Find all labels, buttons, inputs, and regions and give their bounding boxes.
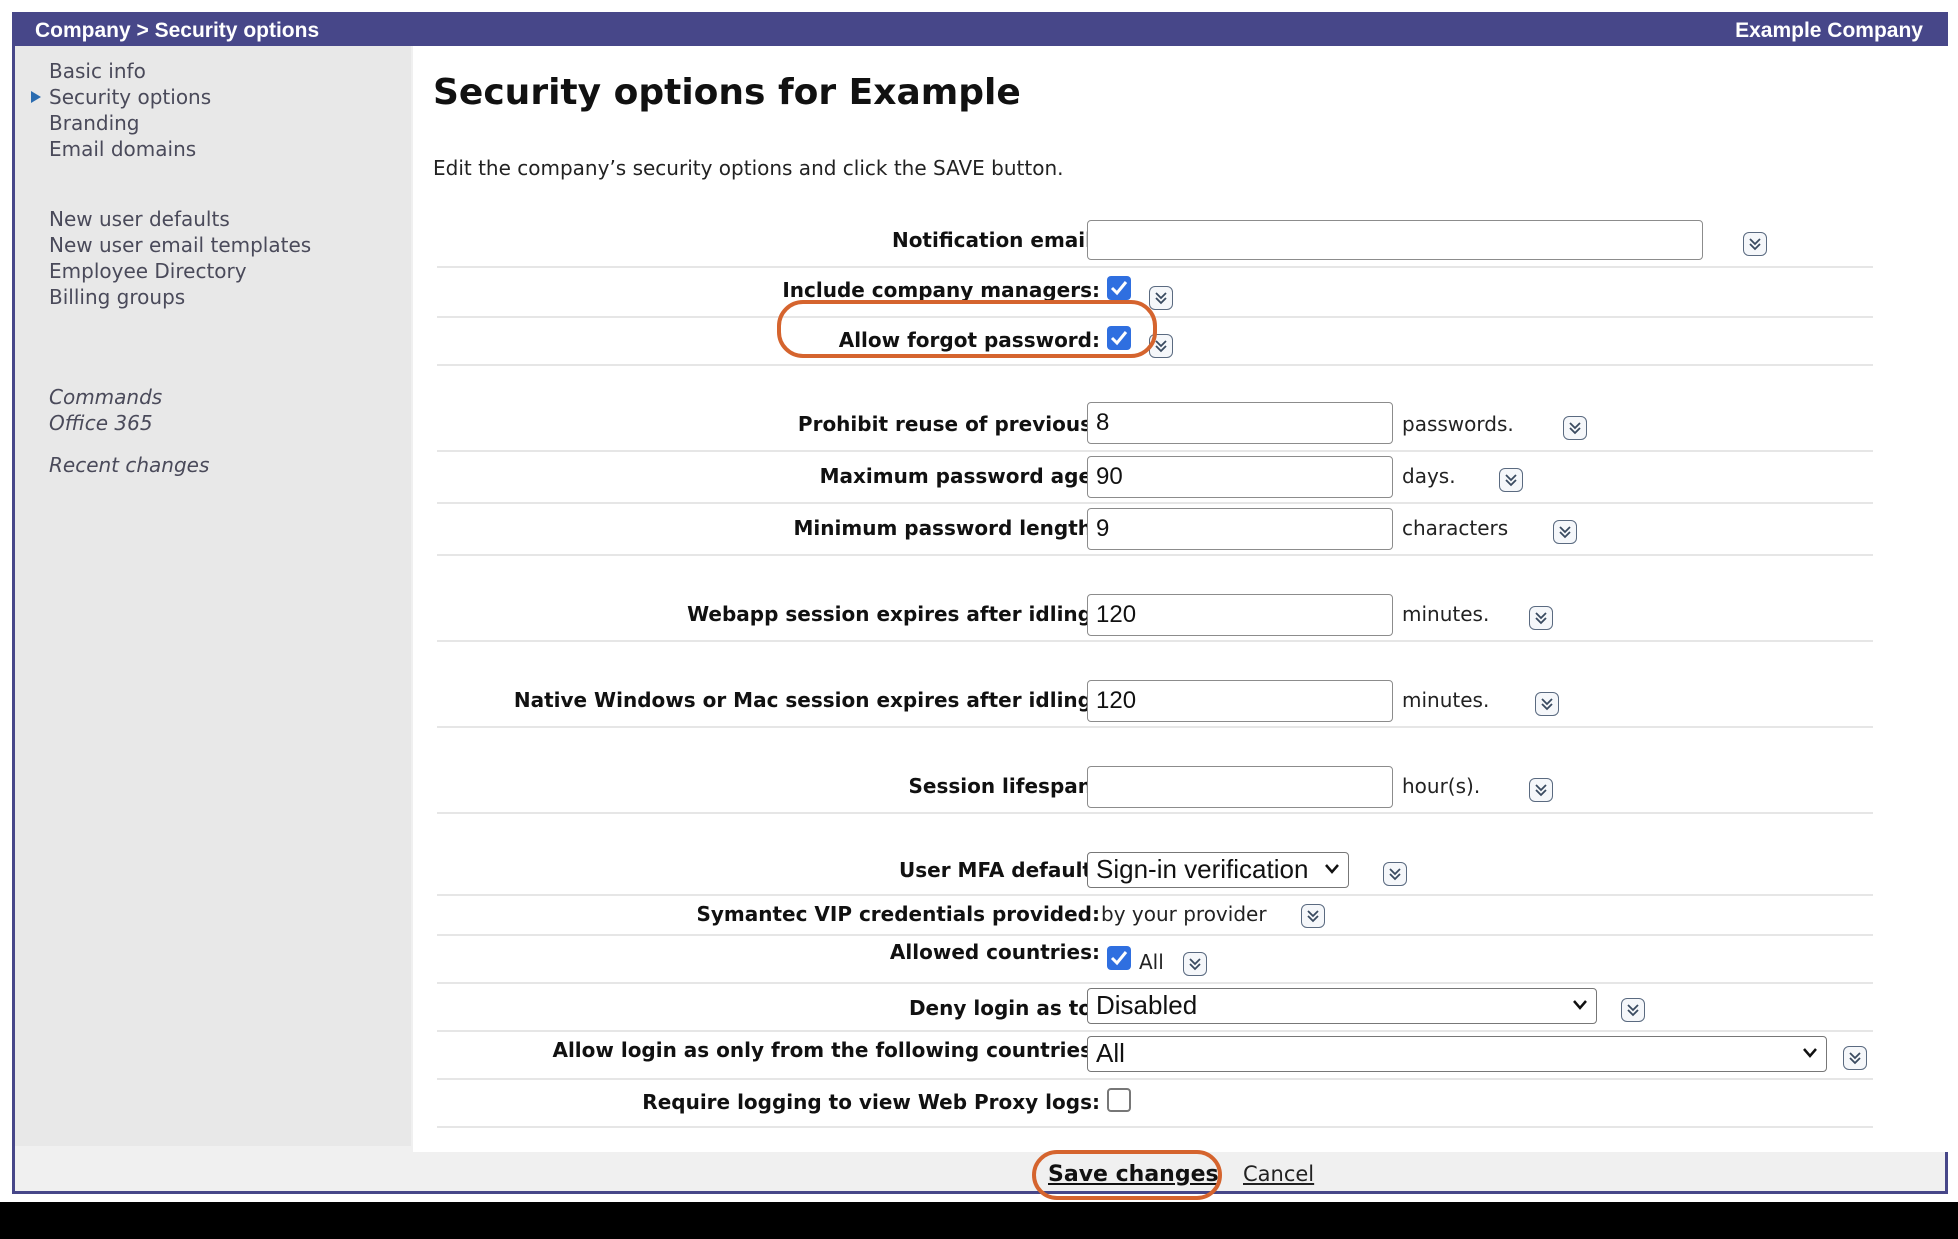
allow-forgot-checkbox[interactable] — [1107, 326, 1131, 350]
intro-text: Edit the company’s security options and … — [433, 156, 1064, 180]
sidebar-item-new-user-email-templates[interactable]: New user email templates — [49, 232, 311, 258]
chevron-down-icon — [1803, 1048, 1817, 1058]
allowed-countries-label: Allowed countries: — [889, 940, 1100, 964]
chevron-down-icon — [1573, 1000, 1587, 1010]
help-icon-webapp-session[interactable] — [1529, 606, 1553, 630]
include-managers-checkbox[interactable] — [1107, 276, 1131, 300]
sidebar-item-commands[interactable]: Commands — [49, 384, 162, 410]
allow-login-countries-label: Allow login as only from the following c… — [552, 1038, 1100, 1062]
allowed-countries-checkbox[interactable] — [1107, 946, 1131, 970]
bottom-edge — [0, 1202, 1958, 1239]
sidebar-item-email-domains[interactable]: Email domains — [49, 136, 211, 162]
max-age-input[interactable] — [1087, 456, 1393, 498]
help-icon-allow-login-countries[interactable] — [1843, 1046, 1867, 1070]
require-logging-label: Require logging to view Web Proxy logs: — [642, 1090, 1100, 1114]
allow-login-countries-value: All — [1096, 1038, 1125, 1068]
include-managers-label: Include company managers: — [782, 278, 1100, 302]
sidebar-group-commands: Commands Office 365 — [49, 384, 162, 436]
help-icon-allow-forgot[interactable] — [1149, 334, 1173, 358]
row-divider — [437, 1126, 1873, 1128]
help-icon-allowed-countries[interactable] — [1183, 952, 1207, 976]
page-title: Security options for Example — [433, 72, 1021, 113]
row-divider — [437, 1078, 1873, 1080]
sidebar-item-recent-changes[interactable]: Recent changes — [49, 452, 209, 478]
max-age-unit: days. — [1402, 464, 1456, 488]
sidebar-group-users: New user defaults New user email templat… — [49, 206, 311, 310]
help-icon-deny-login[interactable] — [1621, 998, 1645, 1022]
sidebar-item-security-options[interactable]: Security options — [30, 84, 211, 110]
sidebar-item-office-365[interactable]: Office 365 — [49, 410, 162, 436]
app-window: Company > Security options Example Compa… — [12, 12, 1948, 1200]
prohibit-reuse-label: Prohibit reuse of previous: — [797, 412, 1100, 436]
deny-login-select[interactable]: Disabled — [1087, 988, 1597, 1024]
help-icon-min-length[interactable] — [1553, 520, 1577, 544]
row-divider — [437, 934, 1873, 936]
notification-email-input[interactable] — [1087, 220, 1703, 260]
mfa-default-label: User MFA default: — [899, 858, 1100, 882]
help-icon-prohibit-reuse[interactable] — [1563, 416, 1587, 440]
mfa-default-value: Sign-in verification — [1096, 854, 1309, 884]
native-session-unit: minutes. — [1402, 688, 1490, 712]
row-divider — [437, 364, 1873, 366]
save-changes-button[interactable]: Save changes — [1048, 1162, 1219, 1187]
deny-login-value: Disabled — [1096, 990, 1198, 1020]
mfa-default-select[interactable]: Sign-in verification — [1087, 852, 1349, 888]
row-divider — [437, 266, 1873, 268]
sidebar-item-branding[interactable]: Branding — [49, 110, 211, 136]
session-lifespan-label: Session lifespan: — [908, 774, 1100, 798]
prohibit-reuse-unit: passwords. — [1402, 412, 1514, 436]
help-icon-max-age[interactable] — [1499, 468, 1523, 492]
row-divider — [437, 502, 1873, 504]
require-logging-checkbox[interactable] — [1107, 1088, 1131, 1112]
session-lifespan-unit: hour(s). — [1402, 774, 1481, 798]
sidebar-item-employee-directory[interactable]: Employee Directory — [49, 258, 311, 284]
help-icon-mfa-default[interactable] — [1383, 862, 1407, 886]
native-session-input[interactable] — [1087, 680, 1393, 722]
main-panel: Security options for Example Edit the co… — [413, 46, 1948, 1152]
breadcrumb[interactable]: Company > Security options — [35, 19, 319, 43]
company-name: Example Company — [1735, 19, 1923, 42]
row-divider — [437, 982, 1873, 984]
footer-bar — [15, 1152, 1945, 1194]
sidebar-item-new-user-defaults[interactable]: New user defaults — [49, 206, 311, 232]
top-bar: Company > Security options Example Compa… — [15, 12, 1945, 46]
allow-login-countries-select[interactable]: All — [1087, 1036, 1827, 1072]
help-icon-include-managers[interactable] — [1149, 286, 1173, 310]
sidebar-item-billing-groups[interactable]: Billing groups — [49, 284, 311, 310]
chevron-down-icon — [1325, 864, 1339, 874]
max-age-label: Maximum password age: — [819, 464, 1100, 488]
min-length-input[interactable] — [1087, 508, 1393, 550]
session-lifespan-input[interactable] — [1087, 766, 1393, 808]
webapp-session-unit: minutes. — [1402, 602, 1490, 626]
native-session-label: Native Windows or Mac session expires af… — [513, 688, 1100, 712]
help-icon-notification-email[interactable] — [1743, 232, 1767, 256]
row-divider — [437, 894, 1873, 896]
row-divider — [437, 1030, 1873, 1032]
row-divider — [437, 726, 1873, 728]
allow-forgot-label: Allow forgot password: — [838, 328, 1100, 352]
min-length-label: Minimum password length: — [793, 516, 1100, 540]
sidebar: Basic info Security options Branding Ema… — [15, 46, 411, 1146]
help-icon-symantec-vip[interactable] — [1301, 904, 1325, 928]
row-divider — [437, 450, 1873, 452]
symantec-vip-label: Symantec VIP credentials provided: — [696, 902, 1100, 926]
cancel-button[interactable]: Cancel — [1243, 1162, 1314, 1186]
row-divider — [437, 812, 1873, 814]
sidebar-group-company: Basic info Security options Branding Ema… — [30, 58, 211, 162]
webapp-session-input[interactable] — [1087, 594, 1393, 636]
symantec-vip-value: by your provider — [1101, 902, 1267, 926]
deny-login-label: Deny login as to: — [908, 996, 1100, 1020]
notification-email-label: Notification email: — [891, 228, 1100, 252]
help-icon-native-session[interactable] — [1535, 692, 1559, 716]
row-divider — [437, 640, 1873, 642]
row-divider — [437, 316, 1873, 318]
min-length-unit: characters — [1402, 516, 1509, 540]
sidebar-item-basic-info[interactable]: Basic info — [49, 58, 211, 84]
sidebar-group-recent: Recent changes — [49, 452, 209, 478]
webapp-session-label: Webapp session expires after idling: — [687, 602, 1100, 626]
allowed-countries-value: All — [1139, 950, 1164, 974]
help-icon-session-lifespan[interactable] — [1529, 778, 1553, 802]
prohibit-reuse-input[interactable] — [1087, 402, 1393, 444]
row-divider — [437, 554, 1873, 556]
